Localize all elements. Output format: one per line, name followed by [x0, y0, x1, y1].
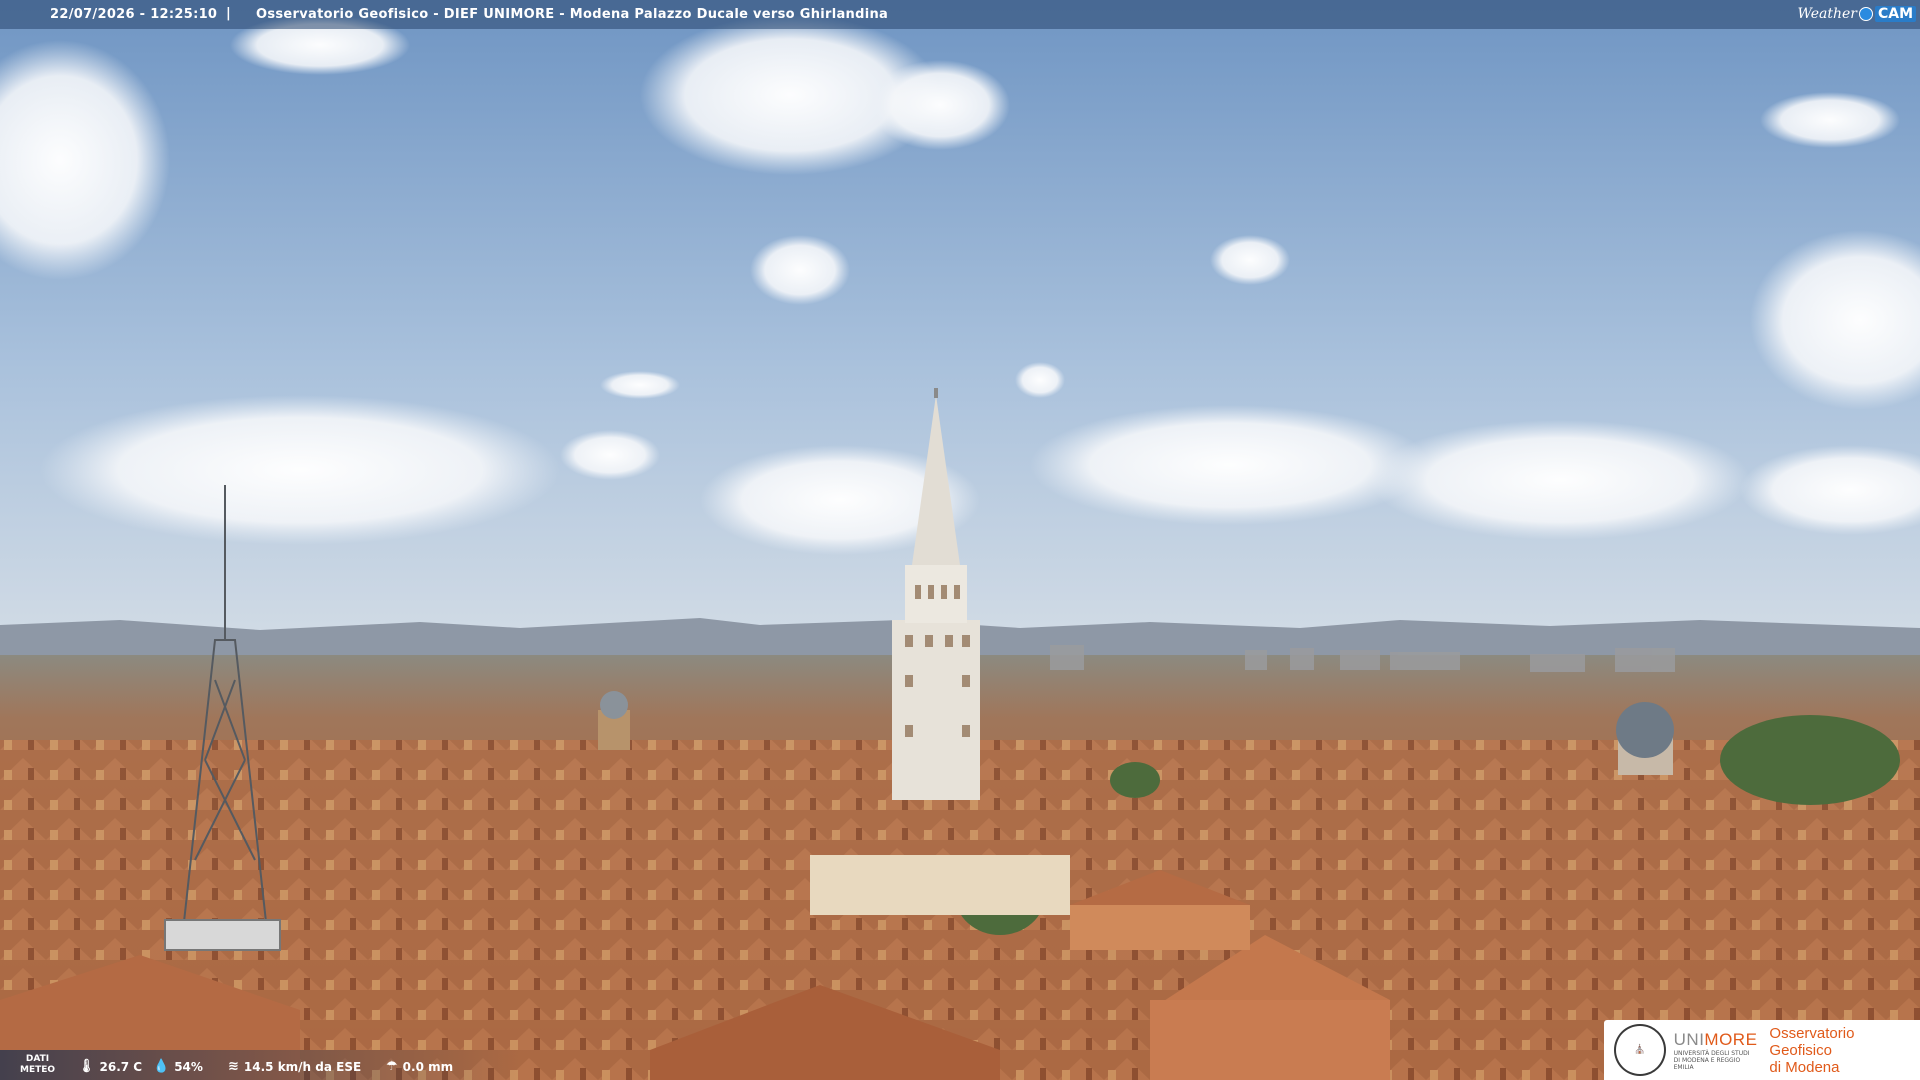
observatory-name-line2: di Modena — [1769, 1058, 1840, 1076]
weather-data-bar: DATI METEO 🌡 26.7 C 💧 54% ≋ 14.5 km/h da… — [0, 1050, 520, 1080]
rain-value: 0.0 mm — [402, 1059, 454, 1074]
temperature-value: 26.7 C — [99, 1059, 143, 1074]
wind-icon: ≋ — [228, 1059, 239, 1074]
brand-dot-icon — [1858, 7, 1873, 21]
humidity-drop-icon: 💧 — [153, 1059, 170, 1074]
webcam-photo — [0, 0, 1920, 1080]
temperature-item: 🌡 26.7 C — [78, 1059, 142, 1074]
top-caption-bar: 22/07/2026 - 12:25:10 | Osservatorio Geo… — [0, 0, 1920, 29]
meteo-label-line1: DATI — [25, 1054, 50, 1064]
wind-value: 14.5 km/h da ESE — [243, 1059, 362, 1074]
timestamp: 22/07/2026 - 12:25:10 — [50, 7, 218, 22]
humidity-item: 💧 54% — [153, 1059, 203, 1074]
brand-cam-text: CAM — [1874, 6, 1916, 22]
caption-separator: | — [226, 6, 232, 21]
wind-item: ≋ 14.5 km/h da ESE — [228, 1059, 361, 1074]
unimore-part2: MORE — [1704, 1029, 1758, 1049]
humidity-value: 54% — [174, 1059, 203, 1074]
camera-title: Osservatorio Geofisico - DIEF UNIMORE - … — [256, 7, 889, 22]
weathercam-logo: Weather CAM — [1797, 3, 1916, 25]
meteo-label: DATI METEO — [20, 1054, 55, 1076]
university-seal-icon: ⛪ — [1614, 1024, 1666, 1076]
meteo-label-line2: METEO — [20, 1065, 56, 1075]
unimore-subtitle: UNIVERSITÀ DEGLI STUDI DI MODENA E REGGI… — [1673, 1049, 1750, 1071]
unimore-part1: UNI — [1673, 1029, 1705, 1049]
observatory-name: Osservatorio Geofisico di Modena — [1769, 1025, 1920, 1076]
brand-weather-text: Weather — [1797, 6, 1857, 22]
unimore-wordmark: UNIMORE UNIVERSITÀ DEGLI STUDI DI MODENA… — [1674, 1030, 1758, 1071]
observatory-logo: ⛪ UNIMORE UNIVERSITÀ DEGLI STUDI DI MODE… — [1604, 1020, 1920, 1080]
rain-item: ☂ 0.0 mm — [386, 1059, 453, 1074]
observatory-name-line1: Osservatorio Geofisico — [1769, 1024, 1855, 1059]
umbrella-icon: ☂ — [386, 1059, 398, 1074]
thermometer-icon: 🌡 — [78, 1059, 95, 1074]
